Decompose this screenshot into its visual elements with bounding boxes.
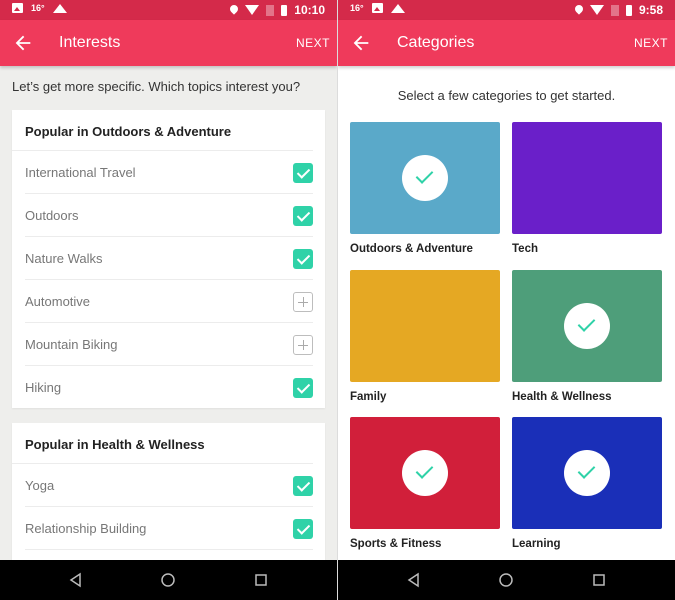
topic-row[interactable]: Nature Walks	[25, 237, 313, 280]
battery-icon	[281, 4, 288, 16]
temperature: 16°	[350, 3, 364, 13]
checkbox-checked-icon[interactable]	[293, 519, 313, 539]
selected-check-icon	[564, 303, 610, 349]
checkbox-checked-icon[interactable]	[293, 163, 313, 183]
nav-back-icon[interactable]	[68, 572, 84, 588]
wifi-icon	[589, 5, 604, 15]
topic-row[interactable]: Yoga	[25, 464, 313, 507]
category-image	[350, 417, 500, 529]
category-tile-tech[interactable]: Tech	[512, 122, 662, 255]
location-icon	[575, 5, 583, 15]
next-button[interactable]: NEXT	[296, 36, 330, 50]
category-label: Sports & Fitness	[350, 538, 442, 550]
topic-row[interactable]: Hiking	[25, 366, 313, 409]
temperature: 16°	[31, 3, 45, 13]
category-tile-family[interactable]: Family	[350, 270, 500, 403]
section-title: Popular in Outdoors & Adventure	[12, 110, 313, 151]
checkbox-checked-icon[interactable]	[293, 206, 313, 226]
selected-check-icon	[402, 450, 448, 496]
add-plus-icon[interactable]	[293, 335, 313, 355]
category-label: Health & Wellness	[512, 391, 612, 403]
system-nav-bar	[0, 560, 337, 600]
no-sim-icon	[266, 4, 275, 16]
weather-icon	[52, 3, 67, 13]
category-image	[512, 417, 662, 529]
battery-icon	[625, 4, 632, 16]
topic-row[interactable]: Relationship Building	[25, 507, 313, 550]
weather-icon	[390, 3, 405, 13]
category-image	[350, 270, 500, 382]
category-image	[350, 122, 500, 234]
subtitle-text: Select a few categories to get started.	[397, 88, 616, 103]
topic-label: Mountain Biking	[25, 337, 118, 352]
category-label: Tech	[512, 243, 538, 255]
category-tile-sports-fitness[interactable]: Sports & Fitness	[350, 417, 500, 550]
topic-label: Nature Walks	[25, 251, 103, 266]
category-label: Learning	[512, 538, 561, 550]
back-arrow-icon[interactable]	[350, 32, 372, 54]
topic-label: International Travel	[25, 165, 136, 180]
category-image	[512, 270, 662, 382]
image-notification-icon	[371, 3, 383, 13]
system-nav-bar	[338, 560, 675, 600]
topic-label: Hiking	[25, 380, 62, 395]
wifi-icon	[245, 5, 260, 15]
category-tile-outdoors-adventure[interactable]: Outdoors & Adventure	[350, 122, 500, 255]
clock: 9:58	[638, 3, 663, 17]
next-button[interactable]: NEXT	[634, 36, 668, 50]
status-bar: 16° 10:10	[0, 0, 337, 20]
page-title: Interests	[59, 34, 121, 51]
selected-check-icon	[402, 155, 448, 201]
nav-back-icon[interactable]	[406, 572, 422, 588]
no-sim-icon	[610, 4, 619, 16]
checkbox-checked-icon[interactable]	[293, 249, 313, 269]
category-label: Outdoors & Adventure	[350, 243, 473, 255]
add-plus-icon[interactable]	[293, 292, 313, 312]
category-tile-learning[interactable]: Learning	[512, 417, 662, 550]
checkbox-checked-icon[interactable]	[293, 378, 313, 398]
interests-screen: 16° 10:10 Interests NEXT Let’s get more …	[0, 0, 337, 600]
page-title: Categories	[397, 34, 475, 51]
app-bar: Interests NEXT	[0, 20, 337, 66]
nav-recents-icon[interactable]	[253, 572, 269, 588]
selected-check-icon	[564, 450, 610, 496]
category-tile-health-wellness[interactable]: Health & Wellness	[512, 270, 662, 403]
topic-label: Outdoors	[25, 208, 79, 223]
checkbox-checked-icon[interactable]	[293, 476, 313, 496]
topic-row[interactable]: Automotive	[25, 280, 313, 323]
nav-home-icon[interactable]	[160, 572, 176, 588]
topic-row[interactable]: Outdoors	[25, 194, 313, 237]
topic-label: Yoga	[25, 478, 55, 493]
nav-recents-icon[interactable]	[591, 572, 607, 588]
prompt-text: Let’s get more specific. Which topics in…	[12, 79, 301, 94]
section-title: Popular in Health & Wellness	[12, 423, 313, 464]
app-bar: Categories NEXT	[338, 20, 675, 66]
back-arrow-icon[interactable]	[12, 32, 34, 54]
section-health-wellness: Popular in Health & Wellness Yoga Relati…	[12, 423, 325, 573]
status-bar: 16° 9:58	[338, 0, 675, 20]
topic-row[interactable]: Mountain Biking	[25, 323, 313, 366]
topic-label: Automotive	[25, 294, 91, 309]
screens: 16° 10:10 Interests NEXT Let’s get more …	[0, 0, 675, 600]
location-icon	[230, 5, 238, 15]
nav-home-icon[interactable]	[498, 572, 514, 588]
section-outdoors-adventure: Popular in Outdoors & Adventure Internat…	[12, 110, 325, 408]
category-image	[512, 122, 662, 234]
image-notification-icon	[12, 3, 23, 13]
category-label: Family	[350, 391, 387, 403]
clock: 10:10	[294, 3, 325, 17]
topic-label: Relationship Building	[25, 521, 147, 536]
topic-row[interactable]: International Travel	[25, 151, 313, 194]
categories-screen: 16° 9:58 Categories NEXT Select a few ca…	[338, 0, 675, 600]
